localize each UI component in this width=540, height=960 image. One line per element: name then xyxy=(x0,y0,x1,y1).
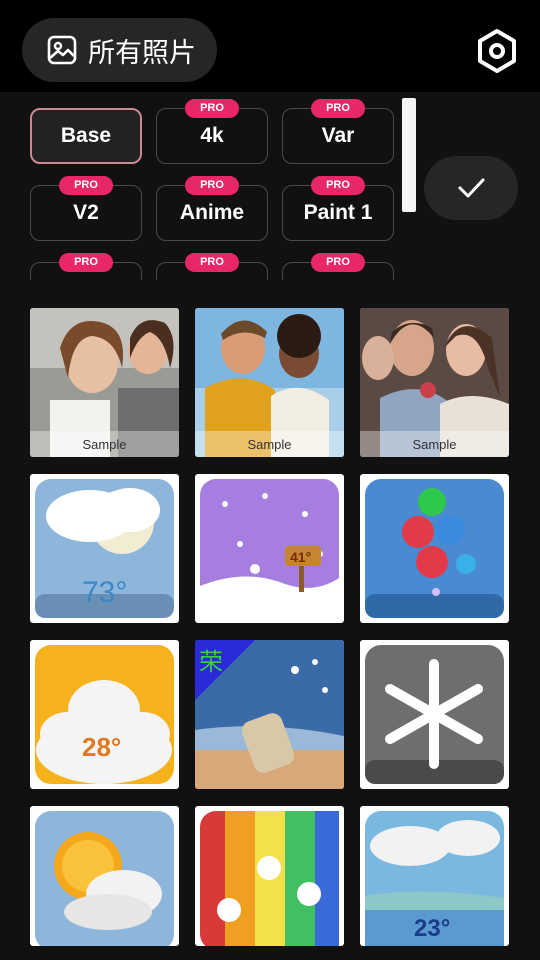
pro-badge: PRO xyxy=(59,176,113,195)
style-chip-partial[interactable]: PRO xyxy=(30,253,142,280)
photo-tile[interactable]: 荣 xyxy=(195,640,344,789)
sample-photo-tile[interactable]: Sample xyxy=(360,308,509,457)
rainbow-lights-image xyxy=(200,811,339,946)
weather-sun-cloud-icon-image: 28° xyxy=(35,645,174,784)
photo-tile[interactable] xyxy=(360,640,509,789)
weather-cloud-icon-image: 73° xyxy=(35,479,174,618)
sample-label: Sample xyxy=(195,431,344,457)
style-chip-label: V2 xyxy=(73,201,99,224)
hexagon-settings-icon[interactable] xyxy=(474,28,520,74)
snow-sign-icon-image: 41° xyxy=(200,479,339,618)
pro-badge: PRO xyxy=(311,99,365,118)
style-chip-label: Var xyxy=(321,124,355,147)
sign-text: 41° xyxy=(290,549,311,565)
style-chip-label: 4k xyxy=(200,124,224,147)
pro-badge: PRO xyxy=(185,253,239,272)
photo-tile[interactable]: 41° xyxy=(195,474,344,623)
image-icon xyxy=(47,35,77,65)
photo-tile[interactable]: 23° xyxy=(360,806,509,946)
weather-sun-icon-image xyxy=(35,811,174,946)
photo-tile[interactable]: 28° xyxy=(30,640,179,789)
bottle-beach-image: 荣 xyxy=(195,640,344,789)
top-bar: 所有照片 xyxy=(0,0,540,92)
style-list-scrollbar[interactable] xyxy=(402,98,416,212)
sample-photo-tile[interactable]: Sample xyxy=(195,308,344,457)
pro-badge: PRO xyxy=(311,253,365,272)
style-chip-label: Base xyxy=(60,124,112,147)
temperature-text: 73° xyxy=(82,576,127,609)
photo-tile[interactable] xyxy=(195,806,344,946)
style-chip-4k[interactable]: PRO 4k xyxy=(156,99,268,164)
pro-badge: PRO xyxy=(59,253,113,272)
album-label: 所有照片 xyxy=(88,37,196,69)
style-chip-label: Paint 1 xyxy=(303,201,373,224)
temperature-text: 23° xyxy=(414,915,450,942)
style-chip-paint-1[interactable]: PRO Paint 1 xyxy=(282,176,394,241)
sample-label: Sample xyxy=(30,431,179,457)
confirm-button[interactable] xyxy=(424,156,518,220)
sample-label: Sample xyxy=(360,431,509,457)
snowflake-icon-image xyxy=(365,645,504,784)
stamp-text: 荣 xyxy=(199,648,223,676)
style-chip-var[interactable]: PRO Var xyxy=(282,99,394,164)
style-chip-partial[interactable]: PRO xyxy=(156,253,268,280)
album-selector-button[interactable]: 所有照片 xyxy=(22,18,217,82)
photo-tile[interactable] xyxy=(360,474,509,623)
style-chip-anime[interactable]: PRO Anime xyxy=(156,176,268,241)
pro-badge: PRO xyxy=(311,176,365,195)
style-chip-partial[interactable]: PRO xyxy=(282,253,394,280)
pro-badge: PRO xyxy=(185,99,239,118)
photo-tile[interactable] xyxy=(30,806,179,946)
style-selector-panel: Base PRO 4k PRO Var PRO V2 PRO Anime PRO… xyxy=(0,92,540,280)
photo-tile[interactable]: 73° xyxy=(30,474,179,623)
bubbles-icon-image xyxy=(365,479,504,618)
temperature-text: 28° xyxy=(82,732,121,762)
style-chip-v2[interactable]: PRO V2 xyxy=(30,176,142,241)
style-chip-label: Anime xyxy=(179,201,245,224)
sample-photo-tile[interactable]: Sample xyxy=(30,308,179,457)
check-icon xyxy=(458,178,485,198)
pro-badge: PRO xyxy=(185,176,239,195)
weather-landscape-icon-image: 23° xyxy=(365,811,504,946)
style-chip-base[interactable]: Base xyxy=(30,108,142,164)
